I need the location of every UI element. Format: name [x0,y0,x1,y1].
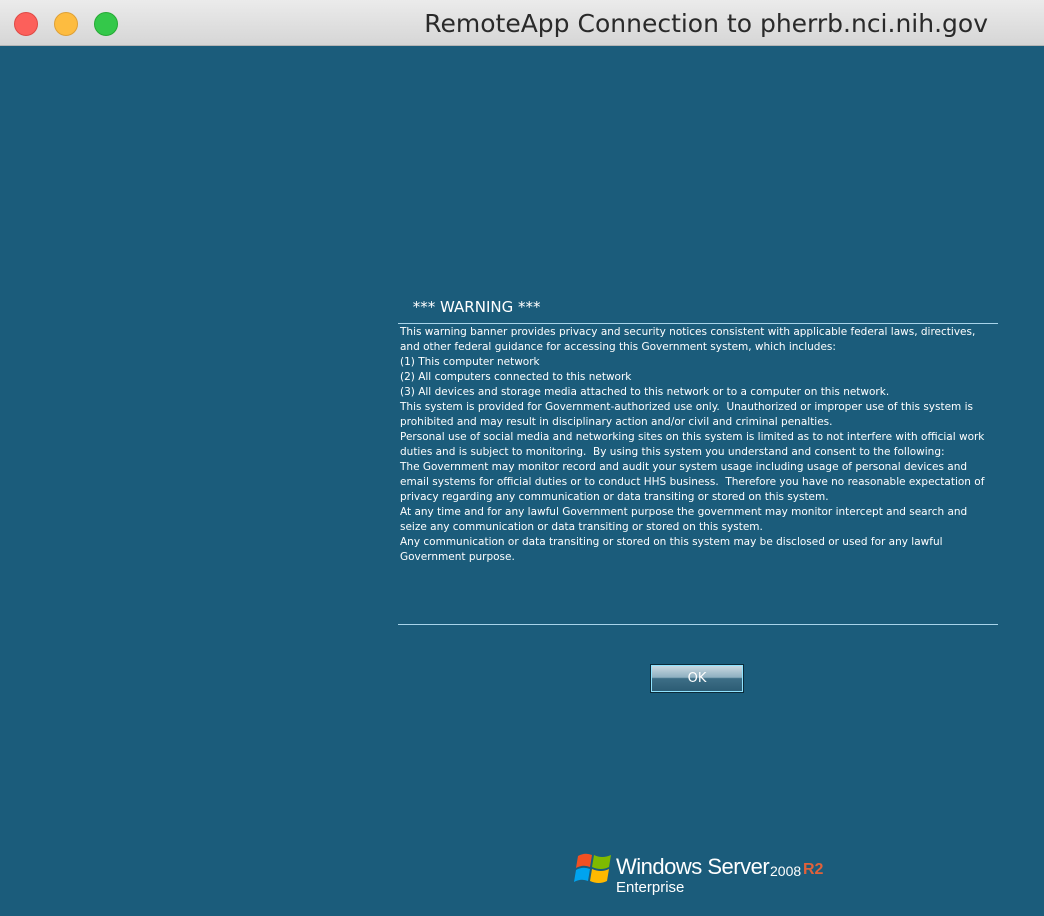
notice-line: (3) All devices and storage media attach… [400,386,890,398]
notice-line: This system is provided for Government-a… [400,401,974,413]
remote-session-screen: *** WARNING *** This warning banner prov… [0,46,1044,916]
logo-product-name: Windows Server [616,854,770,879]
logo-release: R2 [803,861,824,878]
notice-line: seize any communication or data transiti… [400,521,763,533]
logo-version: 2008 [770,863,802,879]
logo-edition: Enterprise [616,879,685,896]
notice-line: Government purpose. [400,551,515,563]
top-divider [398,323,998,324]
notice-line: privacy regarding any communication or d… [400,491,829,503]
notice-line: prohibited and may result in disciplinar… [400,416,833,428]
close-window-button[interactable] [14,12,38,36]
notice-line: The Government may monitor record and au… [400,461,968,473]
warning-notice-text: This warning banner provides privacy and… [400,325,992,565]
minimize-window-button[interactable] [54,12,78,36]
windows-server-logo: Windows Server 2008 R2 Enterprise [574,848,834,900]
window-title: RemoteApp Connection to pherrb.nci.nih.g… [424,9,988,38]
notice-line: (1) This computer network [400,356,540,368]
notice-line: This warning banner provides privacy and… [400,326,976,338]
zoom-window-button[interactable] [94,12,118,36]
notice-line: (2) All computers connected to this netw… [400,371,632,383]
notice-line: Personal use of social media and network… [400,431,985,443]
bottom-divider [398,624,998,625]
notice-line: and other federal guidance for accessing… [400,341,836,353]
notice-line: Any communication or data transiting or … [400,536,943,548]
notice-line: duties and is subject to monitoring. By … [400,446,945,458]
window-titlebar[interactable]: RemoteApp Connection to pherrb.nci.nih.g… [0,0,1044,46]
warning-title: *** WARNING *** [408,298,541,316]
notice-line: At any time and for any lawful Governmen… [400,506,968,518]
ok-button[interactable]: OK [650,664,744,693]
notice-line: email systems for official duties or to … [400,476,985,488]
windows-flag-icon [574,853,611,883]
